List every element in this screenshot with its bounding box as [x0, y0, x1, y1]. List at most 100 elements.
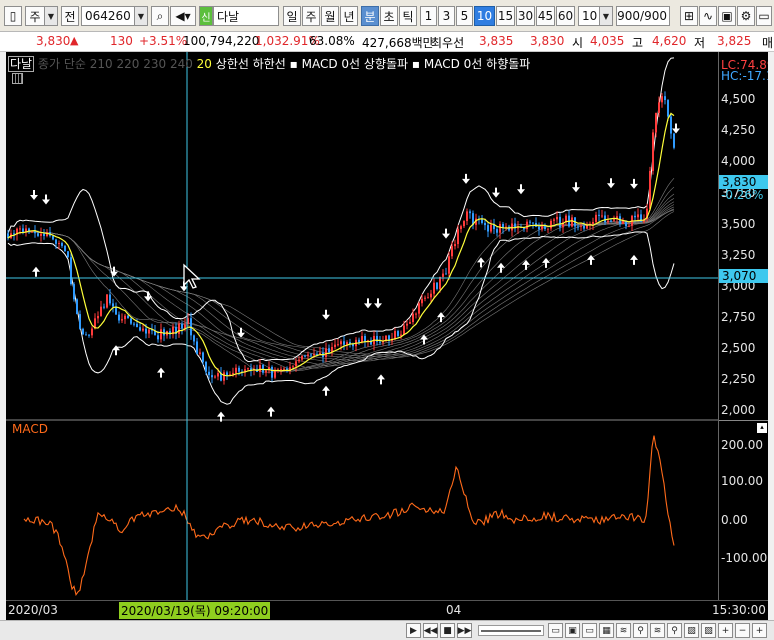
legend-stock-tag[interactable]: 다날	[8, 56, 35, 72]
window-icon[interactable]: ▭	[756, 6, 772, 26]
compare-icon[interactable]: ⊞	[680, 6, 698, 26]
stock-code-input[interactable]: 064260	[81, 6, 135, 26]
candle-body	[343, 341, 345, 345]
axis-divider	[719, 420, 768, 421]
legend-ma-230[interactable]: 230	[143, 57, 166, 71]
period-day-tab[interactable]: 일	[283, 6, 301, 26]
legend-macd-up[interactable]: MACD 0선 상향돌파	[302, 57, 408, 71]
stock-name-field[interactable]: 다날	[213, 6, 279, 26]
market-type-select[interactable]: 주	[25, 6, 45, 26]
tool-b-icon[interactable]: ▣	[565, 623, 580, 638]
candle-body	[70, 257, 72, 285]
interval-input[interactable]: 10	[578, 6, 600, 26]
period-year-tab[interactable]: 년	[340, 6, 358, 26]
candle-body	[247, 368, 249, 370]
zoom-out-icon[interactable]: −	[735, 623, 750, 638]
candle-body	[499, 223, 501, 233]
speaker-icon[interactable]: ◀▾	[170, 6, 196, 26]
tool-j-icon[interactable]: ▧	[701, 623, 716, 638]
candle-body	[487, 225, 489, 232]
save-icon[interactable]: ▣	[718, 6, 736, 26]
tool-c-icon[interactable]: ▭	[582, 623, 597, 638]
crosshair-price-tag: 3,070	[719, 269, 768, 283]
interval-dropdown-icon[interactable]: ▼	[600, 6, 613, 26]
period-week-tab[interactable]: 주	[302, 6, 320, 26]
tool-a-icon[interactable]: ▭	[548, 623, 563, 638]
price-tick: 4,000	[721, 154, 756, 168]
signal-down-arrow-icon	[30, 189, 38, 200]
candle-body	[529, 221, 531, 223]
legend-macd-down[interactable]: MACD 0선 하향돌파	[424, 57, 530, 71]
interval-1-button[interactable]: 1	[420, 6, 437, 26]
play-icon[interactable]: ▶▶	[457, 623, 472, 638]
candle-body	[406, 323, 408, 326]
volume: 100,794,220	[183, 34, 260, 48]
legend-price-type[interactable]: 종가 단순	[38, 57, 86, 71]
signal-up-arrow-icon	[267, 406, 275, 417]
candle-body	[298, 359, 300, 362]
candle-body	[64, 245, 66, 252]
time-axis[interactable]: 2020/03 2020/03/19(목) 09:20:00 04 15:30:…	[6, 600, 768, 620]
price-axis[interactable]: 4,500 4,250 4,000 3,750 3,500 3,250 3,00…	[718, 52, 768, 600]
up-triangle-icon: ▲	[70, 34, 79, 47]
zoom-reset-icon[interactable]: +	[752, 623, 767, 638]
current-price-tag: 3,830	[719, 175, 768, 189]
tool-g-icon[interactable]: ≋	[650, 623, 665, 638]
tool-f-icon[interactable]: ⚲	[633, 623, 648, 638]
scroll-right-icon[interactable]: ▶	[406, 623, 421, 638]
candle-body	[649, 170, 651, 209]
chart-area[interactable]: 다날 종가 단순 210 220 230 240 20 상한선 하한선 ▪ MA…	[6, 52, 768, 620]
candle-body	[430, 293, 432, 298]
tool-d-icon[interactable]: ▦	[599, 623, 614, 638]
period-minute-tab[interactable]: 분	[361, 6, 379, 26]
candle-body	[40, 233, 42, 236]
candle-body	[163, 329, 165, 336]
candle-body	[235, 367, 237, 373]
tool-i-icon[interactable]: ▨	[684, 623, 699, 638]
settings-gear-icon[interactable]: ⚙	[737, 6, 755, 26]
stop-icon[interactable]: ■	[440, 623, 455, 638]
signal-up-arrow-icon	[322, 385, 330, 396]
interval-30-button[interactable]: 30	[516, 6, 535, 26]
candle-body	[58, 243, 60, 245]
tool-e-icon[interactable]: ≋	[616, 623, 631, 638]
zoom-in-icon[interactable]: +	[718, 623, 733, 638]
macd-tick: 100.00	[721, 474, 763, 488]
candle-body	[481, 219, 483, 223]
chart-menu-icon[interactable]: ▯	[4, 6, 22, 26]
scroll-slider[interactable]	[478, 625, 544, 636]
legend-band[interactable]: 상한선 하한선	[216, 57, 286, 71]
current-price: 3,830	[36, 34, 71, 48]
market-type-dropdown-icon[interactable]: ▼	[45, 6, 58, 26]
legend-ma-20[interactable]: 20	[197, 57, 212, 71]
interval-15-button[interactable]: 15	[496, 6, 515, 26]
interval-45-button[interactable]: 45	[536, 6, 555, 26]
bar-count-field[interactable]: 900/900	[616, 6, 670, 26]
prev-stock-button[interactable]: 전	[61, 6, 79, 26]
tool-h-icon[interactable]: ⚲	[667, 623, 682, 638]
macd-panel-toggle-icon[interactable]: ▴	[757, 423, 767, 433]
candle-body	[76, 299, 78, 315]
candle-body	[397, 331, 399, 336]
period-tick-tab[interactable]: 틱	[399, 6, 417, 26]
candle-body	[559, 216, 561, 228]
stock-code-dropdown-icon[interactable]: ▼	[135, 6, 148, 26]
interval-3-button[interactable]: 3	[438, 6, 455, 26]
indicator-icon[interactable]: ∿	[699, 6, 717, 26]
candle-body	[88, 334, 90, 336]
interval-10-button[interactable]: 10	[474, 6, 495, 26]
search-icon[interactable]: ⌕	[151, 6, 169, 26]
legend-ma-240[interactable]: 240	[170, 57, 193, 71]
signal-down-arrow-icon	[607, 178, 615, 189]
period-month-tab[interactable]: 월	[321, 6, 339, 26]
legend-ma-210[interactable]: 210	[90, 57, 113, 71]
scroll-start-icon[interactable]: ◀◀	[423, 623, 438, 638]
chart-plot[interactable]	[6, 52, 718, 600]
legend-ma-220[interactable]: 220	[116, 57, 139, 71]
price-change-pct: +3.51%	[139, 34, 188, 48]
interval-60-button[interactable]: 60	[556, 6, 575, 26]
period-second-tab[interactable]: 초	[380, 6, 398, 26]
interval-5-button[interactable]: 5	[456, 6, 473, 26]
candle-body	[73, 284, 75, 300]
grid-toggle-icon[interactable]	[12, 73, 23, 84]
